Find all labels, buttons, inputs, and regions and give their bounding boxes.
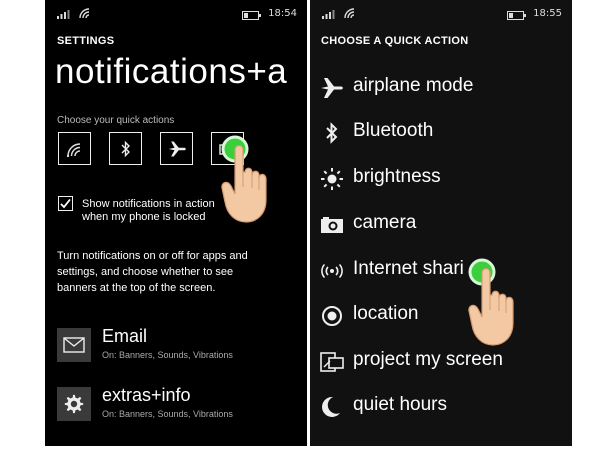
camera-icon <box>321 217 343 233</box>
wifi-status-icon <box>79 8 90 19</box>
battery-icon <box>507 11 526 20</box>
action-label: camera <box>353 212 417 233</box>
app-name: extras+info <box>102 385 191 405</box>
choose-quick-action-header: CHOOSE A QUICK ACTION <box>321 35 469 47</box>
gear-icon <box>64 394 84 414</box>
tap-gesture-hand-icon <box>221 135 267 223</box>
status-time: 18:55 <box>533 8 562 19</box>
action-quiet-hours[interactable]: quiet hours <box>319 392 569 422</box>
signal-icon <box>57 10 70 19</box>
action-camera[interactable]: camera <box>319 210 569 240</box>
status-bar: 18:55 <box>310 7 572 23</box>
tap-gesture-hand-icon <box>468 258 514 346</box>
extras-tile <box>57 387 91 421</box>
app-detail: On: Banners, Sounds, Vibrations <box>102 350 233 360</box>
bluetooth-icon <box>121 140 130 157</box>
battery-icon <box>242 11 261 20</box>
quick-action-picker-screen: 18:55 CHOOSE A QUICK ACTION airplane mod… <box>310 0 572 446</box>
airplane-icon <box>321 78 343 98</box>
action-label: project my screen <box>353 349 503 370</box>
action-label: quiet hours <box>353 394 448 415</box>
action-location[interactable]: location <box>319 301 569 331</box>
airplane-icon <box>168 141 186 156</box>
app-detail: On: Banners, Sounds, Vibrations <box>102 409 233 419</box>
action-project-my-screen[interactable]: project my screen <box>319 347 569 377</box>
action-airplane-mode[interactable]: airplane mode <box>319 73 569 103</box>
location-icon <box>322 306 342 326</box>
app-name: Email <box>102 326 148 346</box>
quiet-hours-icon <box>322 396 340 417</box>
action-label: Internet shari <box>353 258 464 279</box>
action-label: location <box>353 303 419 324</box>
status-bar: 18:54 <box>45 7 307 23</box>
project-screen-icon <box>320 352 344 372</box>
page-title: notifications+a <box>55 52 288 91</box>
wifi-status-icon <box>344 8 355 19</box>
action-label: airplane mode <box>353 75 474 96</box>
internet-sharing-icon <box>321 263 343 279</box>
brightness-icon <box>321 168 343 190</box>
checkmark-icon <box>60 198 71 209</box>
settings-header: SETTINGS <box>57 35 115 47</box>
app-item-extras-info[interactable]: extras+info On: Banners, Sounds, Vibrati… <box>57 385 297 427</box>
action-bluetooth[interactable]: Bluetooth <box>319 118 569 148</box>
email-tile <box>57 328 91 362</box>
email-icon <box>63 337 85 353</box>
lock-notifications-checkbox[interactable] <box>58 196 73 211</box>
action-internet-sharing[interactable]: Internet shari <box>319 256 569 286</box>
action-brightness[interactable]: brightness <box>319 164 569 194</box>
action-label: brightness <box>353 166 441 187</box>
action-label: Bluetooth <box>353 120 434 141</box>
status-time: 18:54 <box>268 8 297 19</box>
notifications-description: Turn notifications on or off for apps an… <box>57 250 248 294</box>
wifi-icon <box>66 142 80 157</box>
app-item-email[interactable]: Email On: Banners, Sounds, Vibrations <box>57 326 297 368</box>
quick-action-airplane[interactable] <box>160 132 193 165</box>
bluetooth-icon <box>326 122 338 144</box>
quick-actions-label: Choose your quick actions <box>57 115 175 126</box>
quick-action-wifi[interactable] <box>58 132 91 165</box>
quick-action-bluetooth[interactable] <box>109 132 142 165</box>
signal-icon <box>322 10 335 19</box>
